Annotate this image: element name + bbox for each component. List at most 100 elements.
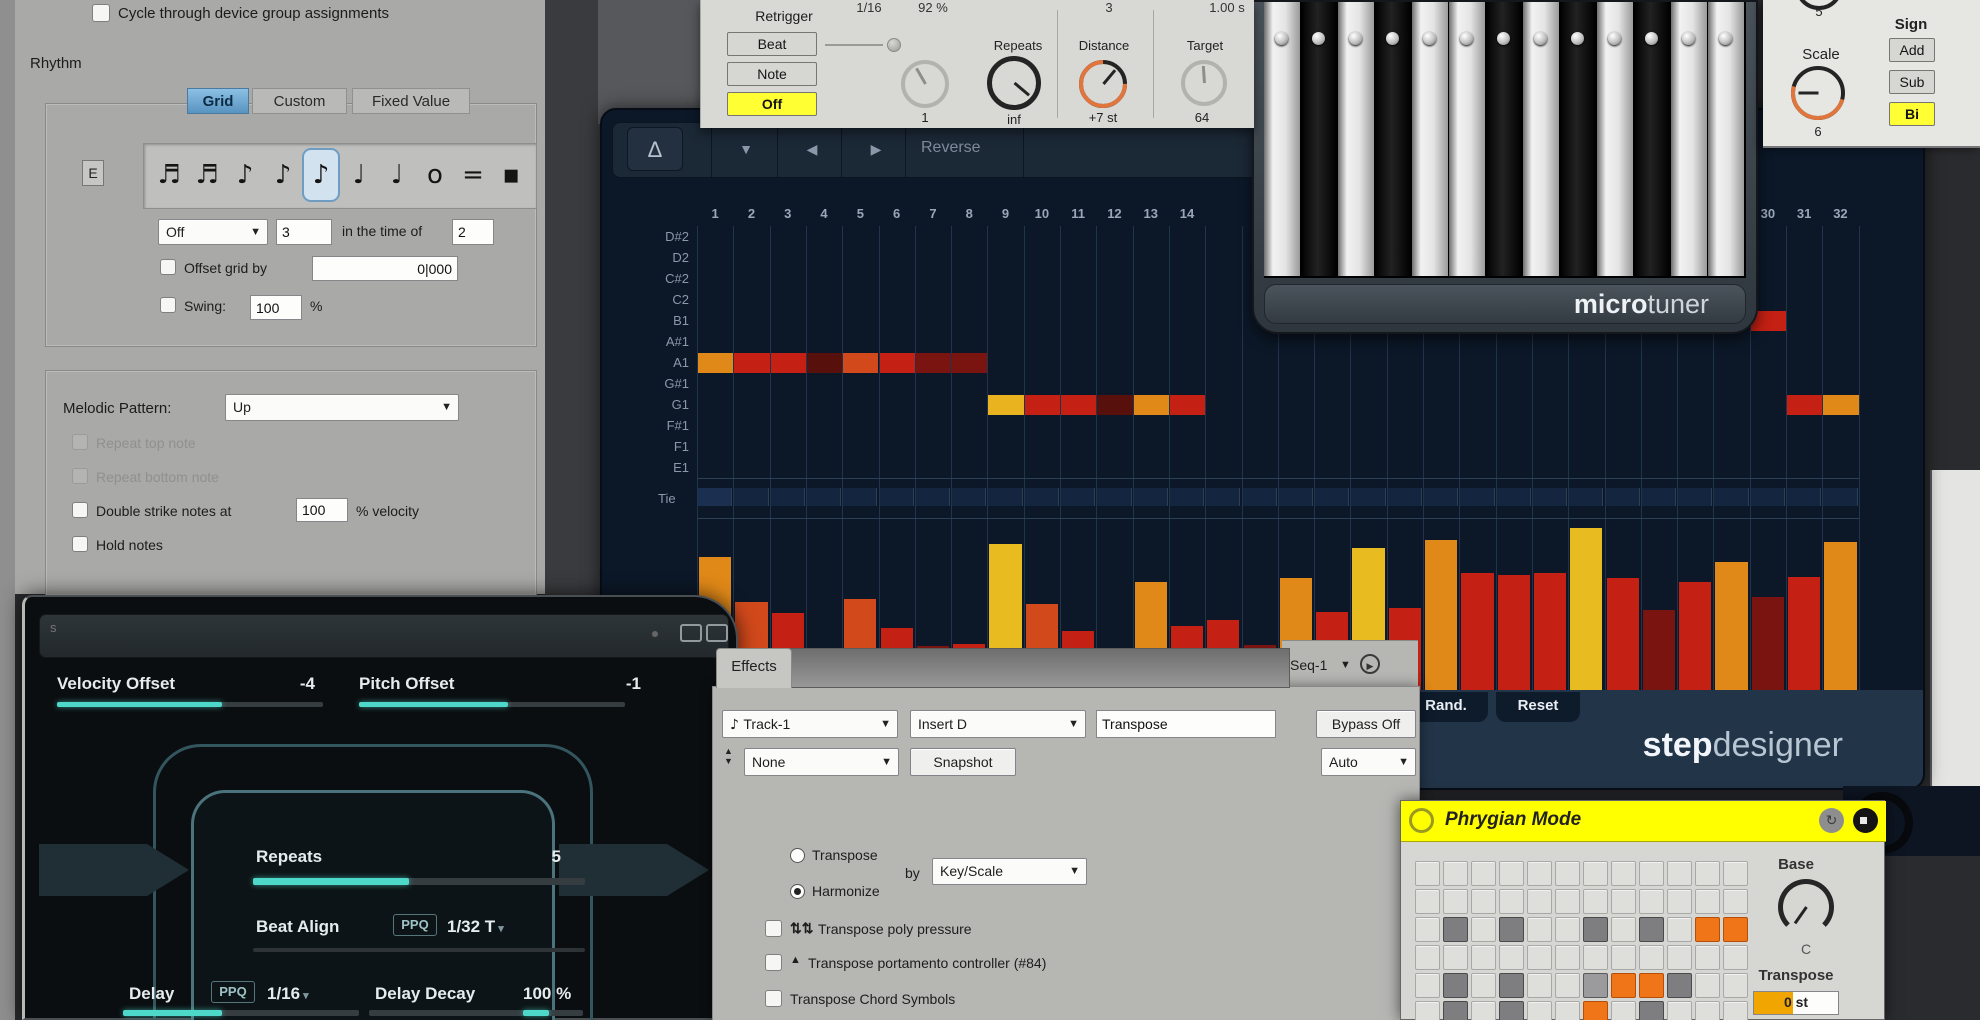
scale-cell[interactable] <box>1415 889 1440 914</box>
keyscale-dropdown[interactable]: Key/Scale▼ <box>932 858 1087 885</box>
delay-ppq-badge[interactable]: PPQ <box>211 981 255 1003</box>
repeat-top-note-checkbox[interactable] <box>72 434 88 450</box>
note-value-button[interactable]: o <box>416 148 454 202</box>
scale-cell[interactable] <box>1583 861 1608 886</box>
piano-key-white[interactable] <box>1412 2 1448 276</box>
scale-cell[interactable] <box>1639 917 1664 942</box>
reverse-button[interactable]: Reverse <box>921 139 981 157</box>
distance-knob[interactable] <box>1079 60 1127 108</box>
scale-cell[interactable] <box>1667 945 1692 970</box>
scale-cell[interactable] <box>1415 917 1440 942</box>
cycle-checkbox[interactable] <box>92 4 110 22</box>
harmonize-radio[interactable] <box>790 884 805 899</box>
note-value-button[interactable]: ♪ <box>302 148 340 202</box>
delay-slider[interactable] <box>123 1010 359 1016</box>
piano-key-white[interactable] <box>1264 2 1300 276</box>
tuplet-count-input[interactable] <box>276 219 332 245</box>
scale-cell[interactable] <box>1499 945 1524 970</box>
scale-cell[interactable] <box>1583 889 1608 914</box>
piano-key-black[interactable] <box>1560 2 1596 276</box>
beat-align-value[interactable]: 1/32 T ▾ <box>447 917 504 937</box>
note-value-button[interactable]: ♪ <box>226 148 264 202</box>
delay-value[interactable]: 1/16 ▾ <box>267 984 309 1004</box>
scale-cell[interactable] <box>1667 917 1692 942</box>
scale-cell[interactable] <box>1471 861 1496 886</box>
scale-cell[interactable] <box>1527 973 1552 998</box>
swing-input[interactable] <box>250 295 302 320</box>
preset-dropdown[interactable]: None▼ <box>744 748 899 776</box>
track-dropdown[interactable]: ♪ Track-1▼ <box>722 710 898 738</box>
scale-cell[interactable] <box>1443 973 1468 998</box>
scale-cell[interactable] <box>1415 945 1440 970</box>
scale-cell[interactable] <box>1499 973 1524 998</box>
scale-cell[interactable] <box>1471 917 1496 942</box>
scale-cell[interactable] <box>1555 861 1580 886</box>
window-icon[interactable] <box>680 624 702 642</box>
tab-effects[interactable]: Effects <box>716 648 792 688</box>
piano-key-white[interactable] <box>1338 2 1374 276</box>
piano-key-white[interactable] <box>1523 2 1559 276</box>
scale-cell[interactable] <box>1639 945 1664 970</box>
piano-key-white[interactable] <box>1671 2 1707 276</box>
scale-cell[interactable] <box>1471 889 1496 914</box>
scale-cell[interactable] <box>1611 889 1636 914</box>
scale-cell[interactable] <box>1527 945 1552 970</box>
note-value-button[interactable]: ♬ <box>150 148 188 202</box>
scale-cell[interactable] <box>1471 1001 1496 1020</box>
e-button[interactable]: E <box>82 160 104 186</box>
scale-cell[interactable] <box>1499 1001 1524 1020</box>
double-strike-checkbox[interactable] <box>72 502 88 518</box>
piano-key-black[interactable] <box>1375 2 1411 276</box>
piano-key-white[interactable] <box>1449 2 1485 276</box>
scale-cell[interactable] <box>1471 945 1496 970</box>
shift-down-icon[interactable]: ▼ <box>731 141 761 157</box>
note-value-button[interactable]: ♩ <box>378 148 416 202</box>
scale-cell[interactable] <box>1443 1001 1468 1020</box>
scale-cell[interactable] <box>1695 1001 1720 1020</box>
piano-key-white[interactable] <box>1708 2 1744 276</box>
note-value-button[interactable]: = <box>454 148 492 202</box>
plugin-title-bar[interactable]: s <box>39 614 729 658</box>
scale-cell[interactable] <box>1583 973 1608 998</box>
scale-cell[interactable] <box>1667 973 1692 998</box>
piano-key-black[interactable] <box>1634 2 1670 276</box>
hold-notes-checkbox[interactable] <box>72 536 88 552</box>
note-value-button[interactable]: ♬ <box>188 148 226 202</box>
scale-cell[interactable] <box>1415 861 1440 886</box>
scale-cell[interactable] <box>1527 889 1552 914</box>
scale-cell[interactable] <box>1555 973 1580 998</box>
scale-cell[interactable] <box>1723 1001 1748 1020</box>
gate-value[interactable]: 92 % <box>903 0 963 15</box>
scale-cell[interactable] <box>1667 889 1692 914</box>
scale-knob[interactable] <box>1791 66 1845 120</box>
retrigger-off-button[interactable]: Off <box>727 92 817 116</box>
retrigger-beat-button[interactable]: Beat <box>727 32 817 56</box>
scale-cell[interactable] <box>1695 917 1720 942</box>
repeats-knob[interactable] <box>987 56 1041 110</box>
scale-cell[interactable] <box>1695 889 1720 914</box>
scale-cell[interactable] <box>1443 889 1468 914</box>
auto-dropdown[interactable]: Auto▼ <box>1321 748 1416 776</box>
scale-cell[interactable] <box>1583 917 1608 942</box>
scale-cell[interactable] <box>1443 917 1468 942</box>
poly-pressure-checkbox[interactable] <box>765 920 782 937</box>
scale-cell[interactable] <box>1555 1001 1580 1020</box>
delay-decay-slider[interactable] <box>369 1010 583 1016</box>
map-icon[interactable]: ↻ <box>1819 808 1844 833</box>
base-knob[interactable] <box>1778 879 1834 935</box>
bypass-button[interactable]: Bypass Off <box>1316 710 1416 738</box>
piano-key-black[interactable] <box>1486 2 1522 276</box>
scale-cell[interactable] <box>1527 861 1552 886</box>
scale-cell[interactable] <box>1443 945 1468 970</box>
preset-spinner[interactable]: ▲▼ <box>724 746 733 766</box>
time-value[interactable]: 1.00 s <box>1197 0 1257 15</box>
tab-grid[interactable]: Grid <box>187 88 249 114</box>
retrigger-note-button[interactable]: Note <box>727 62 817 86</box>
scale-cell[interactable] <box>1611 1001 1636 1020</box>
scale-cell[interactable] <box>1499 889 1524 914</box>
sign-bi-button[interactable]: Bi <box>1889 102 1935 126</box>
swing-checkbox[interactable] <box>160 297 176 313</box>
tab-fixed-value[interactable]: Fixed Value <box>352 88 470 114</box>
scale-cell[interactable] <box>1415 973 1440 998</box>
play-circle-icon[interactable]: ▶ <box>1360 654 1380 674</box>
